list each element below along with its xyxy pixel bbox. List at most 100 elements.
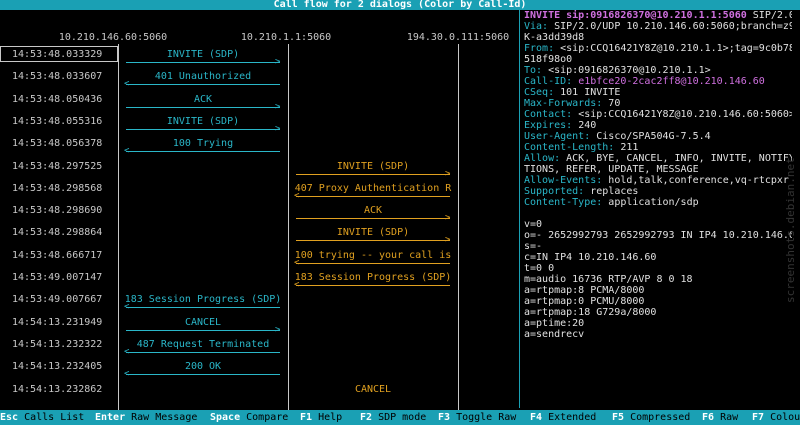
flow-arrow-line — [126, 351, 280, 353]
footer-key-f6[interactable]: F6 Raw — [702, 410, 738, 425]
sip-header-line: Supported: replaces — [524, 186, 792, 197]
footer-key-action: Toggle Raw — [450, 412, 517, 423]
flow-timestamp: 14:53:48.298690 — [12, 205, 103, 217]
flow-timestamp: 14:53:48.666717 — [12, 249, 103, 261]
flow-row[interactable]: 14:53:48.297525 INVITE (SDP) > — [0, 161, 520, 183]
arrow-right-icon: > — [275, 57, 281, 67]
sip-header-line: Content-Length: 211 — [524, 142, 792, 153]
body-text: t=0 0 — [524, 263, 555, 274]
arrow-right-icon: > — [445, 213, 451, 224]
header-value: application/sdp — [602, 197, 699, 208]
footer-key-space[interactable]: Space Compare — [210, 410, 288, 425]
pane-divider — [519, 10, 520, 408]
body-text: a=rtpmap:0 PCMU/8000 — [524, 296, 645, 307]
flow-row[interactable]: 14:53:48.298568 407 Proxy Authentication … — [0, 183, 520, 205]
body-text: a=sendrecv — [524, 329, 585, 340]
header-value: 101 INVITE — [554, 87, 621, 98]
flow-arrow-line — [296, 218, 450, 220]
footer-key-action: Compressed — [624, 412, 691, 423]
call-flow-pane[interactable]: 10.210.146.60:5060 10.210.1.1:5060 194.3… — [0, 10, 520, 416]
flow-row[interactable]: 14:53:49.007147 183 Session Progress (SDP… — [0, 272, 520, 294]
footer-key-esc[interactable]: Esc Calls List — [0, 410, 84, 425]
flow-arrow-line — [126, 374, 280, 376]
footer-key-label: F2 — [360, 412, 373, 423]
flow-arrow-line — [296, 240, 450, 242]
flow-arrow-line — [126, 128, 280, 130]
footer-key-f7[interactable]: F7 Colour — [752, 410, 800, 425]
flow-row[interactable]: 14:53:48.033607 401 Unauthorized < — [0, 71, 520, 93]
header-key: CSeq: — [524, 87, 555, 98]
arrow-left-icon: < — [124, 146, 130, 157]
flow-message-label: INVITE (SDP) — [336, 227, 410, 239]
header-value: <sip:0916826370@10.210.1.1> — [542, 65, 711, 76]
sip-header-line: Max-Forwards: 70 — [524, 98, 792, 109]
footer-key-action: Raw Message — [125, 412, 198, 423]
body-text: TIONS, REFER, UPDATE, MESSAGE — [524, 164, 699, 175]
flow-timestamp: 14:53:48.055316 — [12, 115, 103, 127]
flow-row[interactable]: 14:54:13.231949 CANCEL > — [0, 317, 520, 339]
body-text: K-a3dd39d8 — [524, 32, 585, 43]
flow-timestamp: 14:53:49.007667 — [12, 294, 103, 306]
flow-message-label: CANCEL — [184, 316, 222, 328]
flow-arrow-line — [296, 173, 450, 175]
flow-row[interactable]: 14:53:48.050436 ACK > — [0, 94, 520, 116]
header-value: SIP/2.0/UDP 10.210.146.60:5060;branch=z9… — [548, 21, 792, 32]
sip-header-line: Allow: ACK, BYE, CANCEL, INFO, INVITE, N… — [524, 153, 792, 164]
flow-row[interactable]: 14:53:48.666717 100 trying -- your call i… — [0, 250, 520, 272]
flow-message-label: 407 Proxy Authentication R — [294, 182, 452, 194]
sip-header-line: Call-ID: e1bfce20-2cac2ff8@10.210.146.60 — [524, 76, 792, 87]
arrow-right-icon: > — [275, 123, 281, 134]
flow-row[interactable]: 14:54:13.232322 487 Request Terminated < — [0, 339, 520, 361]
body-text: v=0 — [524, 219, 543, 230]
flow-message-label: INVITE (SDP) — [336, 160, 410, 172]
footer-key-label: F6 — [702, 412, 715, 423]
footer-key-f1[interactable]: F1 Help — [300, 410, 342, 425]
footer-key-f3[interactable]: F3 Toggle Raw — [438, 410, 516, 425]
footer-key-enter[interactable]: Enter Raw Message — [95, 410, 197, 425]
sip-header-line: To: <sip:0916826370@10.210.1.1> — [524, 65, 792, 76]
header-value: 211 — [614, 142, 639, 153]
sip-header-line: a=sendrecv — [524, 329, 792, 340]
footer-key-f5[interactable]: F5 Compressed — [612, 410, 690, 425]
body-text: a=rtpmap:8 PCMA/8000 — [524, 285, 645, 296]
message-detail-pane[interactable]: INVITE sip:0916826370@10.210.1.1:5060 SI… — [524, 10, 792, 406]
footer-key-f2[interactable]: F2 SDP mode — [360, 410, 426, 425]
arrow-left-icon: < — [294, 257, 300, 268]
flow-timestamp: 14:53:48.050436 — [12, 93, 103, 105]
flow-message-label: 100 Trying — [172, 138, 234, 150]
header-value: hold,talk,conference,vq-rtcpxr — [602, 175, 789, 186]
flow-arrow-line — [126, 151, 280, 153]
flow-timestamp: 14:53:48.033607 — [12, 71, 103, 83]
arrow-right-icon: > — [445, 235, 451, 246]
footer-key-action: Calls List — [18, 412, 85, 423]
arrow-left-icon: < — [124, 346, 130, 357]
sip-header-line: TIONS, REFER, UPDATE, MESSAGE — [524, 164, 792, 175]
header-key: Content-Length: — [524, 142, 615, 153]
footer-key-label: Enter — [95, 412, 126, 423]
sip-header-line: o=- 2652992793 2652992793 IN IP4 10.210.… — [524, 230, 792, 241]
footer-key-label: F4 — [530, 412, 543, 423]
flow-row[interactable]: 14:53:48.298690 ACK > — [0, 205, 520, 227]
header-key: Via: — [524, 21, 549, 32]
sip-header-line: a=ptime:20 — [524, 318, 792, 329]
flow-message-label: ACK — [193, 93, 213, 105]
footer-key-f4[interactable]: F4 Extended — [530, 410, 596, 425]
sip-header-line — [524, 208, 792, 219]
flow-row[interactable]: 14:53:48.298864 INVITE (SDP) > — [0, 227, 520, 249]
body-text: c=IN IP4 10.210.146.60 — [524, 252, 657, 263]
flow-row[interactable]: 14:53:48.055316 INVITE (SDP) > — [0, 116, 520, 138]
flow-arrow-line — [126, 106, 280, 108]
flow-arrow-line — [126, 84, 280, 86]
arrow-right-icon: > — [275, 101, 281, 112]
flow-timestamp: 14:53:49.007147 — [12, 272, 103, 283]
footer-key-label: Esc — [0, 412, 19, 423]
sip-header-line: v=0 — [524, 219, 792, 230]
footer-key-label: F3 — [438, 412, 451, 423]
flow-row[interactable]: 14:53:48.056378 100 Trying < — [0, 138, 520, 160]
flow-row[interactable]: 14:53:49.007667 183 Session Progress (SDP… — [0, 294, 520, 316]
flow-arrow-line — [296, 262, 450, 264]
flow-row[interactable]: 14:54:13.232862 CANCEL — [0, 384, 520, 406]
flow-timestamp: 14:54:13.232322 — [12, 338, 103, 350]
flow-row[interactable]: 14:54:13.232405 200 OK < — [0, 361, 520, 383]
flow-row[interactable]: 14:53:48.033329 INVITE (SDP) > — [0, 46, 520, 71]
